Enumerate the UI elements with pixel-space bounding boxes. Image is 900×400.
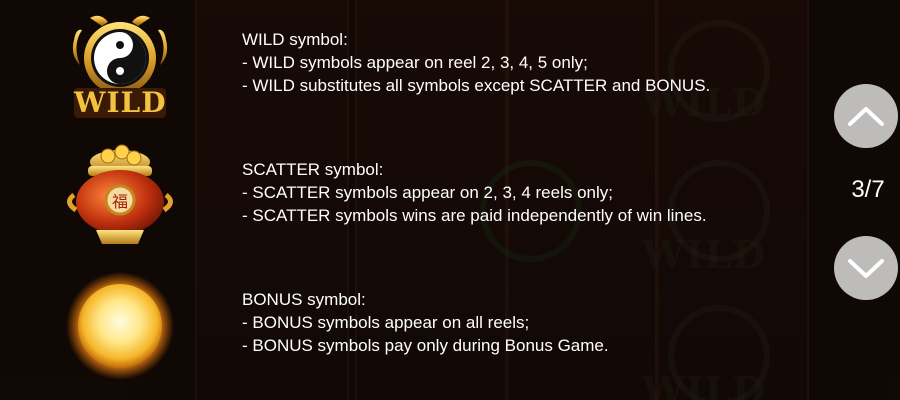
bonus-description: BONUS symbol: - BONUS symbols appear on … bbox=[242, 288, 609, 357]
symbol-row-bonus: BONUS symbol: - BONUS symbols appear on … bbox=[0, 270, 820, 400]
wild-description: WILD symbol: - WILD symbols appear on re… bbox=[242, 28, 710, 97]
scatter-treasure-pot-icon: 福 bbox=[60, 140, 180, 260]
chevron-down-icon bbox=[848, 259, 884, 278]
wild-title: WILD symbol: bbox=[242, 30, 348, 49]
next-page-button[interactable] bbox=[834, 236, 898, 300]
page-indicator: 3/7 bbox=[851, 176, 885, 203]
bonus-rule-1: - BONUS symbols appear on all reels; bbox=[242, 313, 530, 332]
bonus-title: BONUS symbol: bbox=[242, 290, 366, 309]
scatter-icon-text: 福 bbox=[111, 192, 128, 211]
bonus-rule-2: - BONUS symbols pay only during Bonus Ga… bbox=[242, 336, 609, 355]
bonus-golden-sun-orb-icon bbox=[60, 270, 180, 390]
scatter-description: SCATTER symbol: - SCATTER symbols appear… bbox=[242, 158, 707, 227]
wild-rule-1: - WILD symbols appear on reel 2, 3, 4, 5… bbox=[242, 53, 588, 72]
scatter-title: SCATTER symbol: bbox=[242, 160, 384, 179]
scatter-rule-1: - SCATTER symbols appear on 2, 3, 4 reel… bbox=[242, 183, 614, 202]
wild-rule-2: - WILD substitutes all symbols except SC… bbox=[242, 76, 711, 95]
symbol-row-scatter: 福 SCATTER symbol: - SCATTER symbols appe… bbox=[0, 140, 820, 270]
symbol-row-wild: WILD WILD symbol: - WILD symbols appear … bbox=[0, 10, 820, 140]
previous-page-button[interactable] bbox=[834, 84, 898, 148]
wild-icon-text: WILD bbox=[74, 86, 167, 119]
chevron-up-icon bbox=[848, 107, 884, 126]
scatter-rule-2: - SCATTER symbols wins are paid independ… bbox=[242, 206, 707, 225]
wild-yin-yang-dragon-icon: WILD bbox=[60, 10, 180, 130]
